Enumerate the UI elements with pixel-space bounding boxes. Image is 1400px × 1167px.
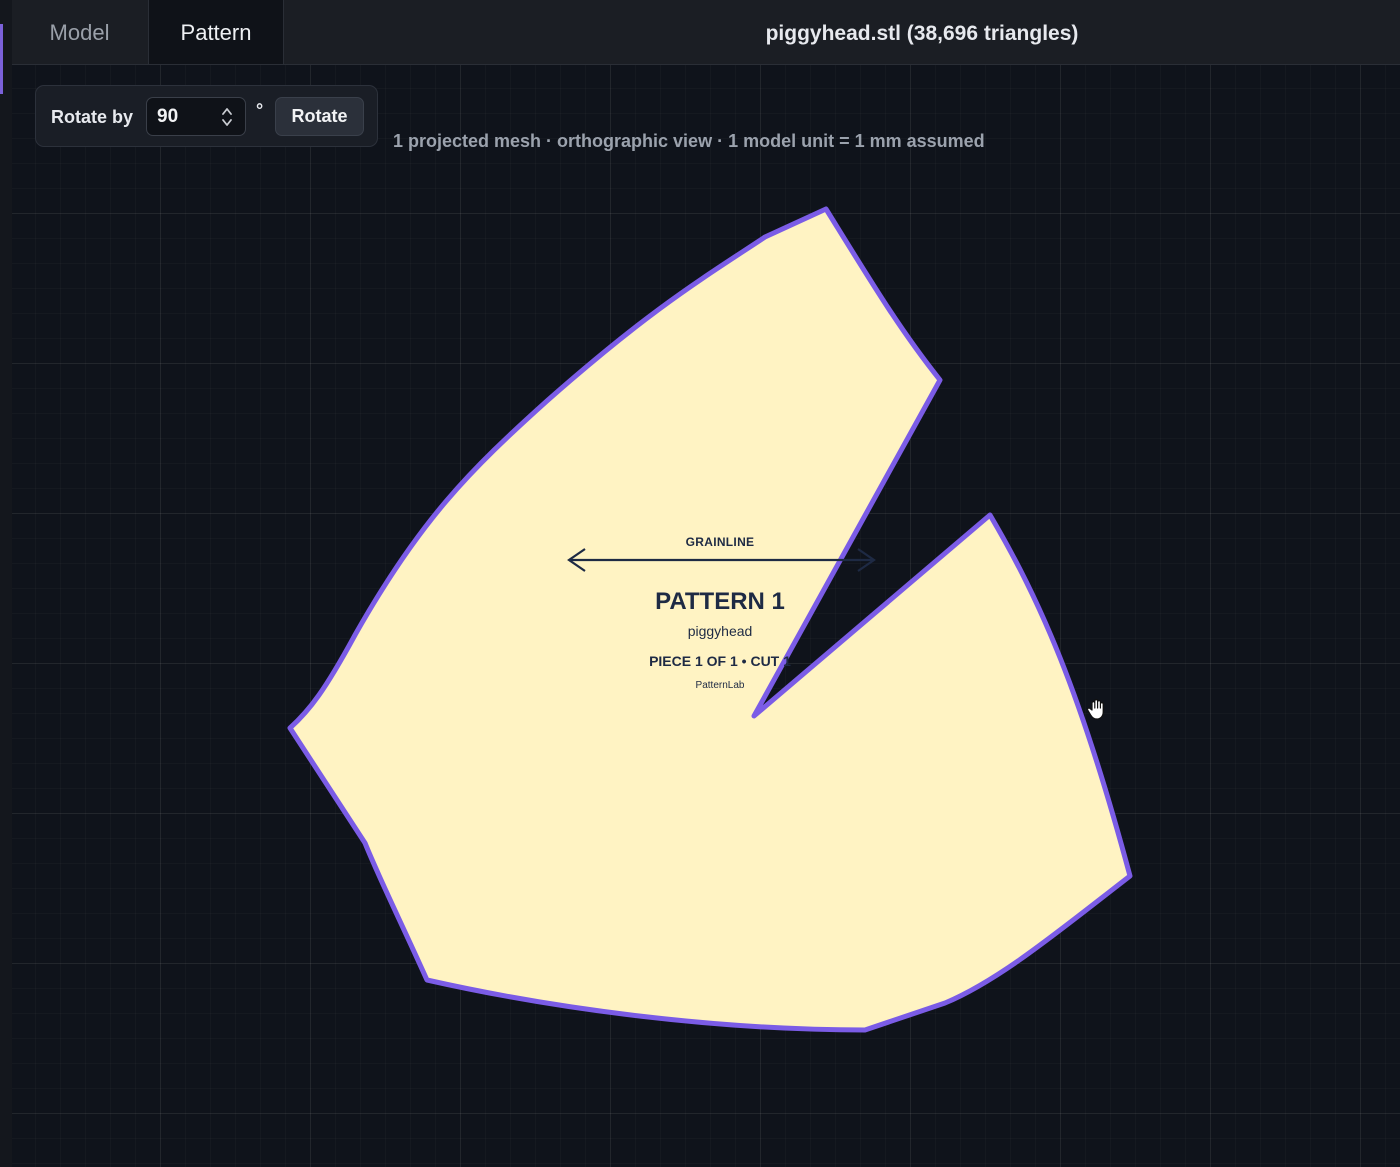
rotate-label: Rotate by xyxy=(51,107,134,127)
piece-count: PIECE 1 OF 1 • CUT 1 xyxy=(649,653,791,669)
brand-label: PatternLab xyxy=(695,680,745,691)
hand-grab-icon xyxy=(1087,699,1104,720)
view-caption: 1 projected mesh · orthographic view · 1… xyxy=(393,131,985,151)
grainline-label: GRAINLINE xyxy=(685,535,755,549)
pattern-piece-outline[interactable] xyxy=(287,206,1133,1033)
rotate-panel: Rotate by ° Rotate xyxy=(35,85,378,147)
rotate-button[interactable]: Rotate xyxy=(275,97,364,136)
degree-unit: ° xyxy=(256,100,264,120)
pattern-piece-svg[interactable] xyxy=(0,0,1400,1167)
pattern-name: piggyhead xyxy=(687,623,753,639)
chevron-up-down-icon[interactable] xyxy=(220,104,234,130)
pattern-title: PATTERN 1 xyxy=(655,588,785,615)
